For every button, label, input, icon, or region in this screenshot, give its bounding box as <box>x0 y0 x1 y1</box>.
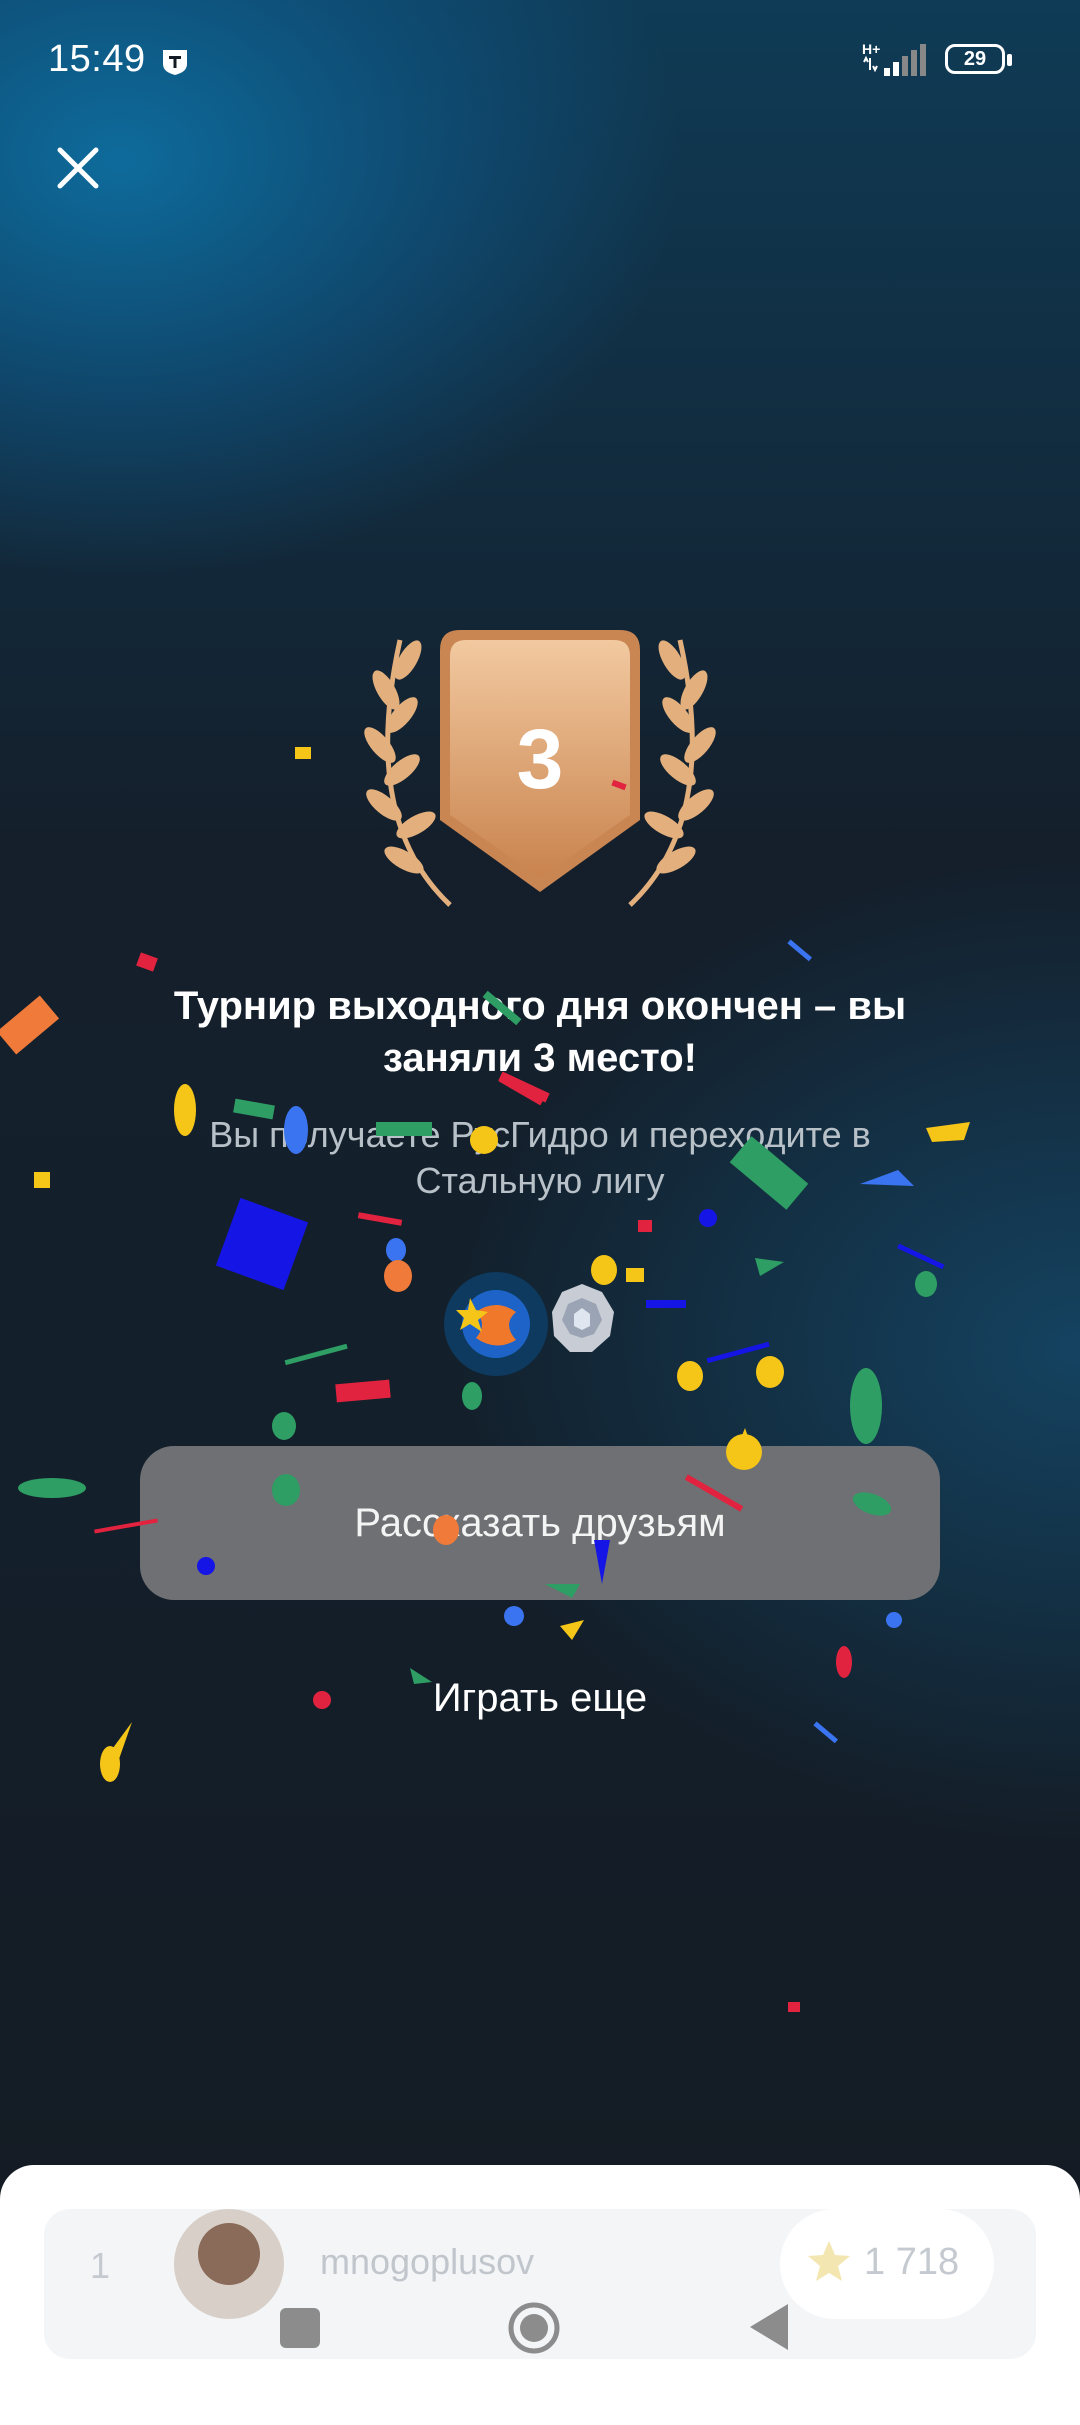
battery-level: 29 <box>945 44 1005 74</box>
signal-icon: H+ <box>862 41 926 76</box>
system-nav-bar <box>0 2260 1080 2400</box>
result-title: Турнир выходного дня окончен – вы заняли… <box>173 984 907 1080</box>
reward-icons <box>444 1272 614 1376</box>
share-button-label: Рассказать друзьям <box>354 1500 726 1545</box>
rushydro-reward-icon <box>444 1272 548 1376</box>
recent-apps-button[interactable] <box>280 2308 320 2348</box>
laurel-right-icon <box>628 639 716 907</box>
close-icon[interactable] <box>50 140 106 196</box>
share-with-friends-button[interactable]: Рассказать друзьям <box>140 1446 940 1600</box>
place-number: 3 <box>517 712 564 806</box>
battery-tip <box>1007 54 1012 66</box>
play-again-link[interactable]: Играть еще <box>340 1676 740 1721</box>
svg-text:H+: H+ <box>862 41 880 57</box>
status-time: 15:49 <box>48 38 146 80</box>
laurel-left-icon <box>364 639 452 907</box>
result-subtitle: Вы получаете РусГидро и переходите в Ста… <box>209 1114 871 1201</box>
app-notification-icon <box>163 50 187 75</box>
steel-league-icon <box>552 1284 614 1352</box>
home-button[interactable] <box>506 2300 562 2356</box>
status-bar: 15:49 H+ 29 <box>0 0 1080 120</box>
battery-indicator: 29 <box>945 44 1015 78</box>
third-place-badge: 3 <box>364 630 716 907</box>
back-button[interactable] <box>748 2302 790 2352</box>
